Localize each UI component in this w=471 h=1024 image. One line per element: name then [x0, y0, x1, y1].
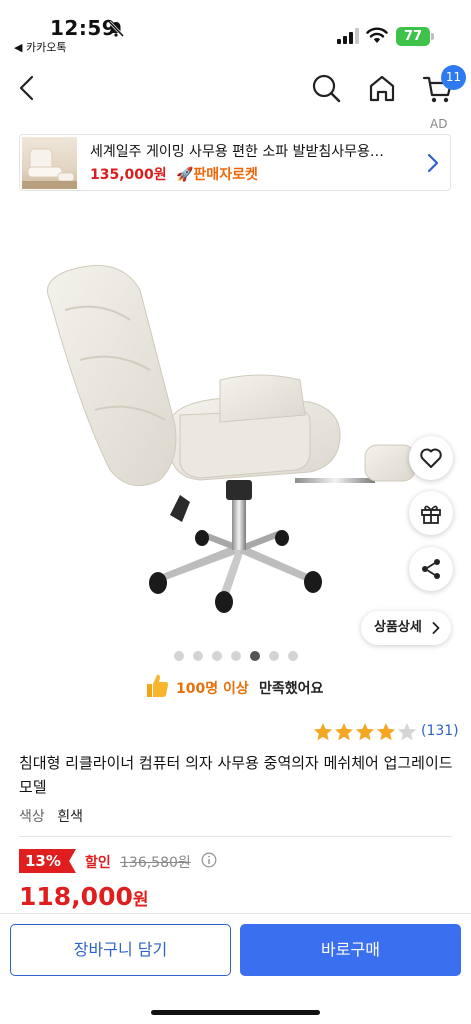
sale-price-unit: 원: [132, 890, 149, 910]
heart-icon: [420, 448, 442, 468]
sale-price: 118,000원: [19, 882, 149, 911]
gallery-dot[interactable]: [193, 651, 203, 661]
share-icon: [422, 559, 440, 579]
original-price: 136,580원: [120, 855, 191, 871]
status-bar: 12:59 ◀ 카카오톡 77: [0, 0, 471, 60]
ad-product-thumbnail: [22, 137, 77, 189]
wifi-icon: [366, 27, 388, 43]
gallery-dot[interactable]: [288, 651, 298, 661]
option-value: 흰색: [57, 809, 83, 825]
buy-now-button[interactable]: 바로구매: [240, 924, 461, 976]
chevron-right-icon: [427, 153, 439, 173]
add-to-cart-button[interactable]: 장바구니 담기: [10, 924, 231, 976]
thumbs-up-icon: [147, 674, 169, 697]
option-label: 색상: [19, 809, 45, 825]
seller-rocket-badge: 🚀판매자로켓: [176, 167, 258, 183]
wishlist-button[interactable]: [409, 436, 453, 480]
home-icon[interactable]: [367, 73, 397, 103]
star-filled-icon: [335, 723, 353, 741]
star-filled-icon: [356, 723, 374, 741]
back-to-app-link[interactable]: ◀ 카카오톡: [14, 39, 66, 55]
bell-muted-icon: [108, 20, 125, 38]
gallery-dot[interactable]: [212, 651, 222, 661]
gallery-dot[interactable]: [174, 651, 184, 661]
battery-tip: [431, 33, 434, 40]
sale-price-amount: 118,000: [19, 882, 133, 911]
discount-rate-badge: 13%: [19, 849, 76, 873]
ad-title: 세계일주 게이밍 사무용 편한 소파 발받침사무용…: [90, 144, 384, 160]
ad-label: AD: [430, 117, 448, 131]
option-row[interactable]: 색상 흰색: [19, 806, 83, 826]
product-title: 침대형 리클라이너 컴퓨터 의자 사무용 중역의자 메쉬체어 업그레이드 모델: [19, 754, 453, 796]
gift-button[interactable]: [409, 491, 453, 535]
info-icon[interactable]: [201, 852, 217, 868]
chevron-right-icon: [432, 622, 440, 634]
product-image[interactable]: [10, 240, 430, 620]
share-button[interactable]: [409, 547, 453, 591]
ad-banner[interactable]: 세계일주 게이밍 사무용 편한 소파 발받침사무용… 135,000원 🚀판매자…: [19, 134, 451, 191]
star-filled-icon: [377, 723, 395, 741]
product-detail-button[interactable]: 상품상세: [361, 611, 451, 645]
ad-price: 135,000원: [90, 167, 167, 183]
gift-icon: [421, 505, 441, 524]
review-count[interactable]: (131): [421, 723, 459, 739]
top-nav-bar: [0, 60, 471, 116]
star-empty-icon: [398, 723, 416, 741]
bottom-action-bar: 장바구니 담기 바로구매: [0, 913, 471, 1024]
discount-label: 할인: [85, 855, 111, 871]
home-indicator: [151, 1010, 320, 1015]
gallery-dot[interactable]: [231, 651, 241, 661]
search-icon[interactable]: [311, 73, 341, 103]
cellular-signal-icon: [337, 28, 359, 44]
star-filled-icon: [314, 723, 332, 741]
battery-indicator: 77: [396, 27, 430, 46]
divider: [19, 836, 452, 837]
product-detail-label: 상품상세: [374, 620, 422, 635]
gallery-dot[interactable]: [269, 651, 279, 661]
back-arrow-icon[interactable]: [14, 74, 42, 102]
satisfaction-count: 100명 이상: [176, 681, 249, 697]
cart-count-badge: 11: [441, 65, 466, 90]
gallery-dot[interactable]: [250, 651, 260, 661]
satisfaction-text: 만족했어요: [259, 681, 324, 697]
